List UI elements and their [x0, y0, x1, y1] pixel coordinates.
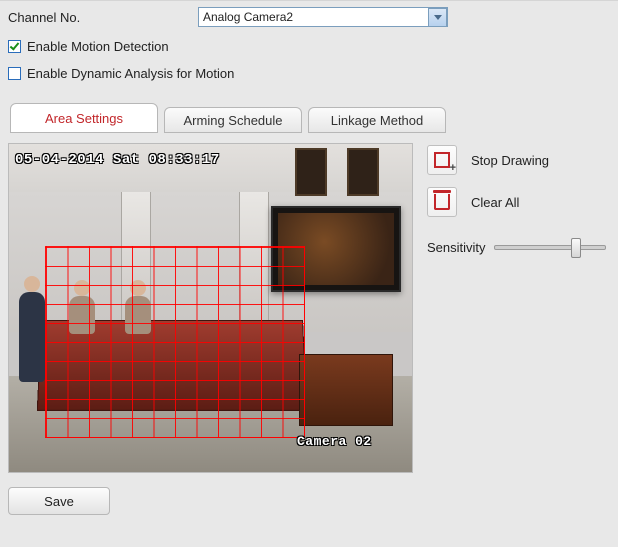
save-button[interactable]: Save — [8, 487, 110, 515]
channel-select-value: Analog Camera2 — [203, 10, 293, 24]
chevron-down-icon[interactable] — [428, 8, 447, 27]
motion-detection-panel: Channel No. Analog Camera2 Enable Motion… — [0, 0, 618, 547]
scene-cabinet — [299, 354, 393, 426]
stop-drawing-icon — [434, 152, 450, 168]
stop-drawing-button[interactable] — [427, 145, 457, 175]
stop-drawing-label: Stop Drawing — [471, 153, 549, 168]
clear-all-label: Clear All — [471, 195, 519, 210]
sensitivity-row: Sensitivity — [427, 239, 604, 255]
osd-timestamp: 05-04-2014 Sat 08:33:17 — [15, 152, 220, 168]
scene-person — [19, 292, 45, 382]
video-preview[interactable]: 05-04-2014 Sat 08:33:17 Camera 02 — [8, 143, 413, 473]
channel-select[interactable]: Analog Camera2 — [198, 7, 448, 27]
clear-all-button[interactable] — [427, 187, 457, 217]
enable-dynamic-row[interactable]: Enable Dynamic Analysis for Motion — [8, 66, 610, 81]
scene-person — [125, 296, 151, 334]
drawing-controls: Stop Drawing Clear All Sensitivity — [427, 143, 604, 473]
channel-label: Channel No. — [8, 10, 198, 25]
enable-dynamic-label: Enable Dynamic Analysis for Motion — [27, 66, 234, 81]
sensitivity-label: Sensitivity — [427, 240, 486, 255]
stop-drawing-row: Stop Drawing — [427, 145, 604, 175]
slider-thumb[interactable] — [571, 238, 581, 258]
tab-arming-schedule[interactable]: Arming Schedule — [164, 107, 302, 133]
sensitivity-slider[interactable] — [494, 239, 604, 255]
scene-frame — [347, 148, 379, 196]
enable-dynamic-checkbox[interactable] — [8, 67, 21, 80]
tab-area-settings[interactable]: Area Settings — [10, 103, 158, 133]
trash-icon — [434, 194, 450, 210]
tab-bar: Area Settings Arming Schedule Linkage Me… — [8, 103, 610, 133]
clear-all-row: Clear All — [427, 187, 604, 217]
scene-frame — [295, 148, 327, 196]
channel-row: Channel No. Analog Camera2 — [8, 7, 610, 27]
scene-tv — [271, 206, 401, 292]
enable-motion-row[interactable]: Enable Motion Detection — [8, 39, 610, 54]
save-row: Save — [8, 487, 610, 515]
osd-camera-label: Camera 02 — [297, 434, 372, 449]
scene-person — [69, 296, 95, 334]
enable-motion-label: Enable Motion Detection — [27, 39, 169, 54]
tab-linkage-method[interactable]: Linkage Method — [308, 107, 446, 133]
enable-motion-checkbox[interactable] — [8, 40, 21, 53]
slider-track — [494, 245, 606, 250]
area-settings-content: 05-04-2014 Sat 08:33:17 Camera 02 Stop D… — [8, 143, 610, 473]
